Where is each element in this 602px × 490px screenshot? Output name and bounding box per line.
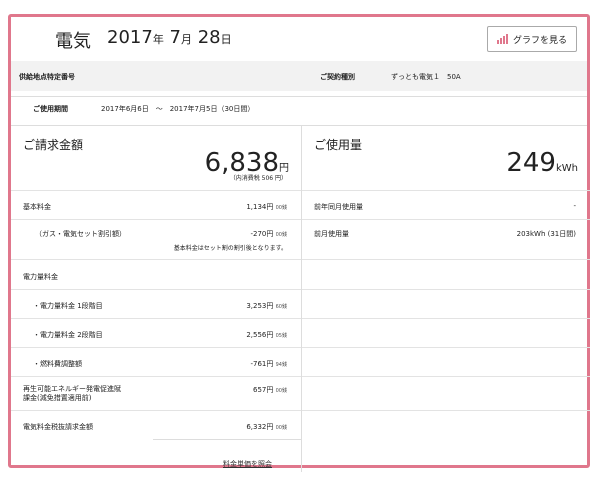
billing-row-sen: 00銭 (275, 425, 287, 431)
billing-row-label-line2: 課金(減免措置適用前) (23, 394, 92, 402)
billing-row-value: 1,134円 (246, 203, 274, 211)
date-year: 2017 (107, 27, 153, 48)
unit-price-link[interactable]: 料金単価を照会 (223, 459, 272, 469)
usage-row-last-month: 前月使用量 203kWh (31日間) (302, 219, 590, 260)
billing-column: ご請求金額 6,838円 （内消費税 506 円） 基本料金 1,134円 00… (11, 126, 302, 472)
contract-type-value: ずっとも電気１ 50A (391, 73, 461, 81)
detail-grid: ご請求金額 6,838円 （内消費税 506 円） 基本料金 1,134円 00… (11, 125, 590, 472)
billing-row-label: ・電力量料金 2段階目 (33, 331, 103, 339)
date-day: 28 (197, 27, 221, 48)
date-year-unit: 年 (152, 33, 164, 46)
usage-divider (302, 410, 590, 411)
usage-row-value: - (573, 202, 576, 210)
billing-row-sen: 05銭 (275, 333, 287, 339)
usage-amount-label: ご使用量 (314, 138, 363, 152)
billing-row-sen: 94銭 (275, 362, 287, 368)
usage-row-label: 前月使用量 (314, 230, 349, 238)
usage-period-label: ご使用期間 (33, 105, 68, 113)
billing-row-sen: 00銭 (275, 388, 287, 394)
billing-row-energy: 電力量料金 (11, 259, 301, 290)
usage-row-label: 前年同月使用量 (314, 203, 363, 211)
usage-divider (302, 289, 590, 290)
billing-row-label: ・電力量料金 1段階目 (33, 302, 103, 310)
link-divider (153, 439, 301, 440)
usage-divider (302, 318, 590, 319)
usage-column: ご使用量 249kWh 前年同月使用量 - 前月使用量 203kWh (31日間… (302, 126, 590, 472)
billing-row-renewable: 再生可能エネルギー発電促進賦 課金(減免措置適用前) 657円 00銭 (11, 376, 301, 411)
billing-row-basic: 基本料金 1,134円 00銭 (11, 190, 301, 220)
usage-amount-unit: kWh (555, 163, 578, 174)
view-graph-button[interactable]: グラフを見る (487, 26, 577, 52)
billing-row-value: -761円 (250, 360, 274, 368)
billing-row-label: 基本料金 (23, 203, 51, 211)
billing-row-value: 6,332円 (246, 423, 274, 431)
billing-date: 2017年 7月 28日 (107, 27, 232, 48)
billing-row-label: （ガス・電気セット割引額） (35, 230, 126, 238)
billing-row-tier1: ・電力量料金 1段階目 3,253円 60銭 (11, 289, 301, 319)
usage-row-last-year: 前年同月使用量 - (302, 190, 590, 220)
billing-row-tier2: ・電力量料金 2段階目 2,556円 05銭 (11, 318, 301, 348)
usage-amount-value: 249 (506, 148, 556, 178)
supply-point-label: 供給地点特定番号 (19, 73, 75, 81)
usage-divider (302, 376, 590, 377)
billing-row-sen: 00銭 (275, 205, 287, 211)
usage-row-value: 203kWh (31日間) (516, 230, 576, 238)
usage-divider (302, 259, 590, 260)
billing-row-sen: 60銭 (275, 304, 287, 310)
date-month: 7 (169, 27, 181, 48)
divider (11, 96, 587, 97)
billing-row-label: 電力量料金 (23, 273, 58, 281)
billing-amount-label: ご請求金額 (23, 138, 84, 152)
billing-row-label: 電気料金税抜請求金額 (23, 423, 93, 431)
tax-note: （内消費税 506 円） (229, 175, 287, 182)
page-title: 電気 (55, 31, 91, 52)
bill-card: 電気 2017年 7月 28日 グラフを見る 供給地点特定番号 ご契約種別 ずっ… (8, 14, 590, 472)
billing-row-value: 2,556円 (246, 331, 274, 339)
set-discount-note: 基本料金はセット割の割引後となります。 (173, 245, 287, 252)
billing-row-value: 657円 (253, 386, 274, 394)
usage-amount: 249kWh (506, 148, 578, 178)
contract-info-row: 供給地点特定番号 ご契約種別 ずっとも電気１ 50A (11, 61, 587, 91)
billing-row-set-discount: （ガス・電気セット割引額） -270円 00銭 基本料金はセット割の割引後となり… (11, 219, 301, 260)
date-day-unit: 日 (220, 33, 232, 46)
billing-row-subtotal: 電気料金税抜請求金額 6,332円 00銭 (11, 410, 301, 440)
billing-row-value: -270円 (250, 230, 274, 238)
view-graph-label: グラフを見る (512, 35, 567, 46)
billing-row-value: 3,253円 (246, 302, 274, 310)
billing-row-label: ・燃料費調整額 (33, 360, 82, 368)
usage-period-value: 2017年6月6日 ～ 2017年7月5日（30日間） (101, 105, 255, 113)
bar-chart-icon (496, 34, 509, 44)
contract-type-label: ご契約種別 (320, 73, 355, 81)
date-month-unit: 月 (181, 33, 192, 46)
usage-period-row: ご使用期間 2017年6月6日 ～ 2017年7月5日（30日間） (11, 96, 587, 122)
usage-divider (302, 347, 590, 348)
billing-row-fuel-adjustment: ・燃料費調整額 -761円 94銭 (11, 347, 301, 377)
billing-row-sen: 00銭 (275, 232, 287, 238)
card-header: 電気 2017年 7月 28日 グラフを見る (11, 17, 587, 61)
